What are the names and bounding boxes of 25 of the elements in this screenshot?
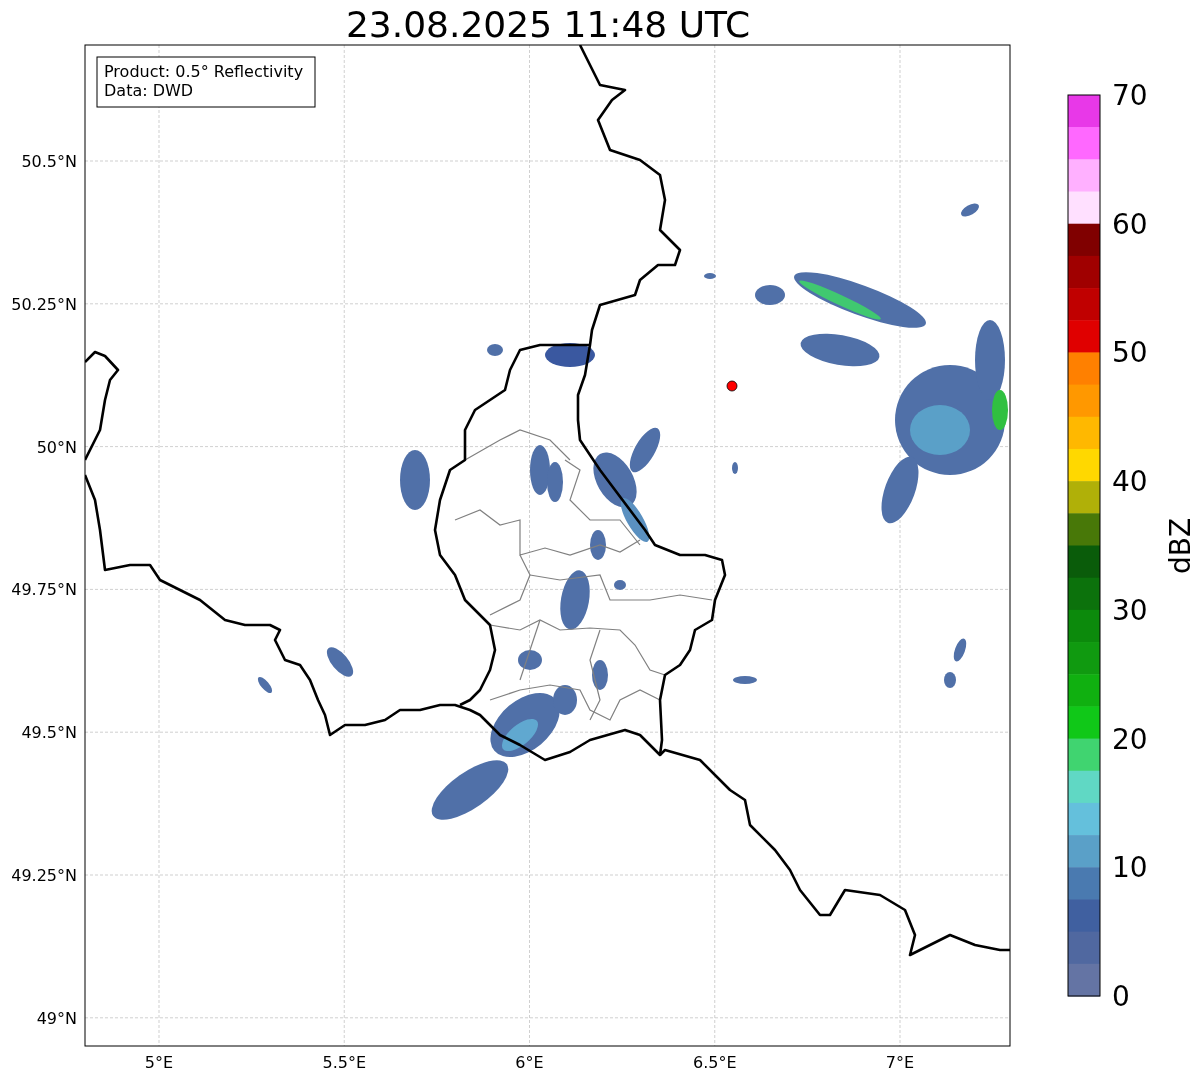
latitude-label: 50.5°N — [21, 152, 77, 171]
colorbar-tick-label: 50 — [1112, 336, 1148, 370]
latitude-label: 50.25°N — [11, 294, 77, 314]
colorbar-tick-label: 30 — [1112, 593, 1148, 627]
info-text: Data: DWD — [104, 81, 194, 100]
colorbar-tick-label: 20 — [1112, 722, 1148, 756]
colorbar-tick-label: 40 — [1112, 465, 1148, 499]
longitude-label: 6.5°E — [692, 1053, 737, 1072]
longitude-label: 5.5°E — [322, 1053, 367, 1072]
latitude-label: 49.5°N — [21, 723, 77, 743]
colorbar-tick-label: 60 — [1112, 207, 1148, 241]
info-text: Product: 0.5° Reflectivity — [104, 62, 304, 81]
latitude-label: 50°N — [36, 437, 77, 457]
colorbar-tick-label: 0 — [1112, 980, 1130, 1013]
longitude-label: 6°E — [515, 1053, 544, 1072]
colorbar-tick-label: 70 — [1112, 79, 1148, 112]
longitude-label: 5°E — [144, 1053, 174, 1072]
colorbar-tick-label: 10 — [1112, 851, 1148, 885]
longitude-label: 7°E — [885, 1053, 915, 1072]
latitude-label: 49°N — [36, 1008, 77, 1028]
latitude-label: 49.75°N — [11, 580, 77, 600]
chart-title: 23.08.2025 11:48 UTC — [345, 4, 751, 45]
colorbar-label: dBZ — [1164, 517, 1197, 575]
location-marker — [726, 380, 738, 392]
latitude-label: 49.25°N — [11, 866, 77, 885]
